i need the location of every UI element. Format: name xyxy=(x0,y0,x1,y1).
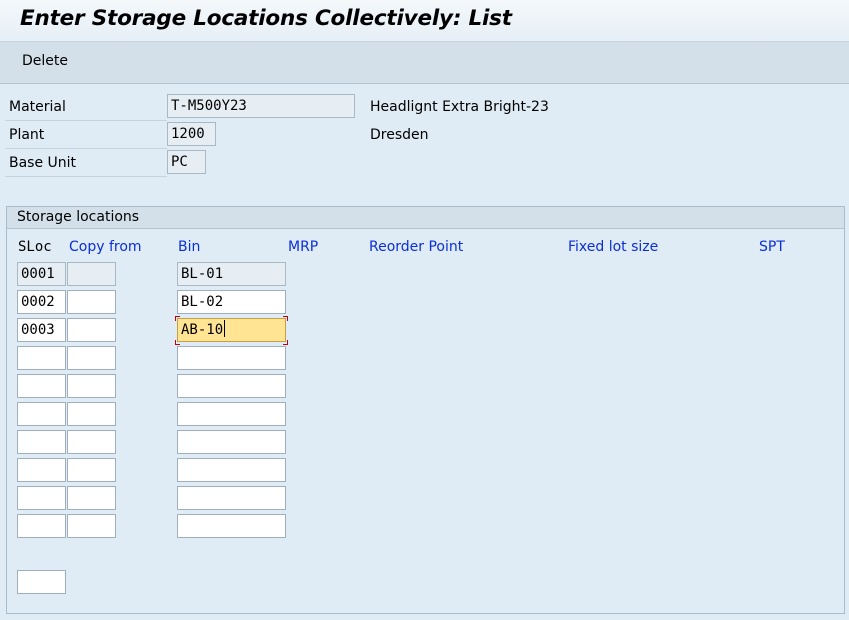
bin-cell[interactable]: BL-01 xyxy=(177,262,286,286)
material-label: Material xyxy=(5,93,167,121)
copy-from-cell[interactable] xyxy=(67,346,116,370)
bin-cell[interactable] xyxy=(177,458,286,482)
sloc-cell[interactable] xyxy=(17,430,66,454)
column-header-fixed-lot-size: Fixed lot size xyxy=(568,239,659,255)
application-toolbar: Delete xyxy=(0,42,849,84)
sloc-cell[interactable] xyxy=(17,346,66,370)
bin-cell[interactable] xyxy=(177,486,286,510)
storage-locations-group: Storage locations xyxy=(6,206,845,614)
copy-from-cell[interactable] xyxy=(67,514,116,538)
material-description: Headlignt Extra Bright-23 xyxy=(370,99,549,115)
column-header-bin: Bin xyxy=(178,239,201,255)
plant-field[interactable]: 1200 xyxy=(167,122,216,146)
text-cursor xyxy=(224,320,226,337)
copy-from-cell[interactable] xyxy=(67,262,116,286)
focus-corner xyxy=(283,316,288,321)
copy-from-cell[interactable] xyxy=(67,430,116,454)
copy-from-cell[interactable] xyxy=(67,458,116,482)
copy-from-cell[interactable] xyxy=(67,290,116,314)
bin-cell[interactable] xyxy=(177,374,286,398)
bin-cell[interactable] xyxy=(177,402,286,426)
column-header-sloc: SLoc xyxy=(18,239,52,255)
sloc-cell[interactable] xyxy=(17,402,66,426)
sloc-cell[interactable] xyxy=(17,374,66,398)
group-header: Storage locations xyxy=(7,207,844,229)
bin-cell-text: AB-10 xyxy=(181,322,224,338)
column-header-copy-from: Copy from xyxy=(69,239,142,255)
column-header-mrp: MRP xyxy=(288,239,319,255)
plant-label: Plant xyxy=(5,121,167,149)
copy-from-cell[interactable] xyxy=(67,486,116,510)
material-field[interactable]: T-M500Y23 xyxy=(167,94,355,118)
sloc-cell[interactable] xyxy=(17,458,66,482)
sloc-cell[interactable]: 0002 xyxy=(17,290,66,314)
copy-from-cell[interactable] xyxy=(67,374,116,398)
delete-button[interactable]: Delete xyxy=(22,53,68,69)
group-title: Storage locations xyxy=(17,209,140,225)
bin-cell[interactable] xyxy=(177,346,286,370)
sloc-cell[interactable]: 0003 xyxy=(17,318,66,342)
focus-corner xyxy=(175,340,180,345)
column-header-spt: SPT xyxy=(759,239,785,255)
base-unit-field[interactable]: PC xyxy=(167,150,206,174)
page-title: Enter Storage Locations Collectively: Li… xyxy=(20,6,512,31)
focus-corner xyxy=(283,340,288,345)
plant-description: Dresden xyxy=(370,127,429,143)
position-entry-field[interactable] xyxy=(17,570,66,594)
title-bar: Enter Storage Locations Collectively: Li… xyxy=(0,0,849,42)
sloc-cell[interactable] xyxy=(17,514,66,538)
bin-cell[interactable]: BL-02 xyxy=(177,290,286,314)
sloc-cell[interactable]: 0001 xyxy=(17,262,66,286)
bin-cell[interactable] xyxy=(177,430,286,454)
base-unit-label: Base Unit xyxy=(5,149,167,177)
copy-from-cell[interactable] xyxy=(67,402,116,426)
bin-cell[interactable] xyxy=(177,514,286,538)
bin-cell-focused[interactable]: AB-10 xyxy=(177,318,286,342)
column-header-reorder-point: Reorder Point xyxy=(369,239,464,255)
focus-corner xyxy=(175,316,180,321)
sloc-cell[interactable] xyxy=(17,486,66,510)
copy-from-cell[interactable] xyxy=(67,318,116,342)
